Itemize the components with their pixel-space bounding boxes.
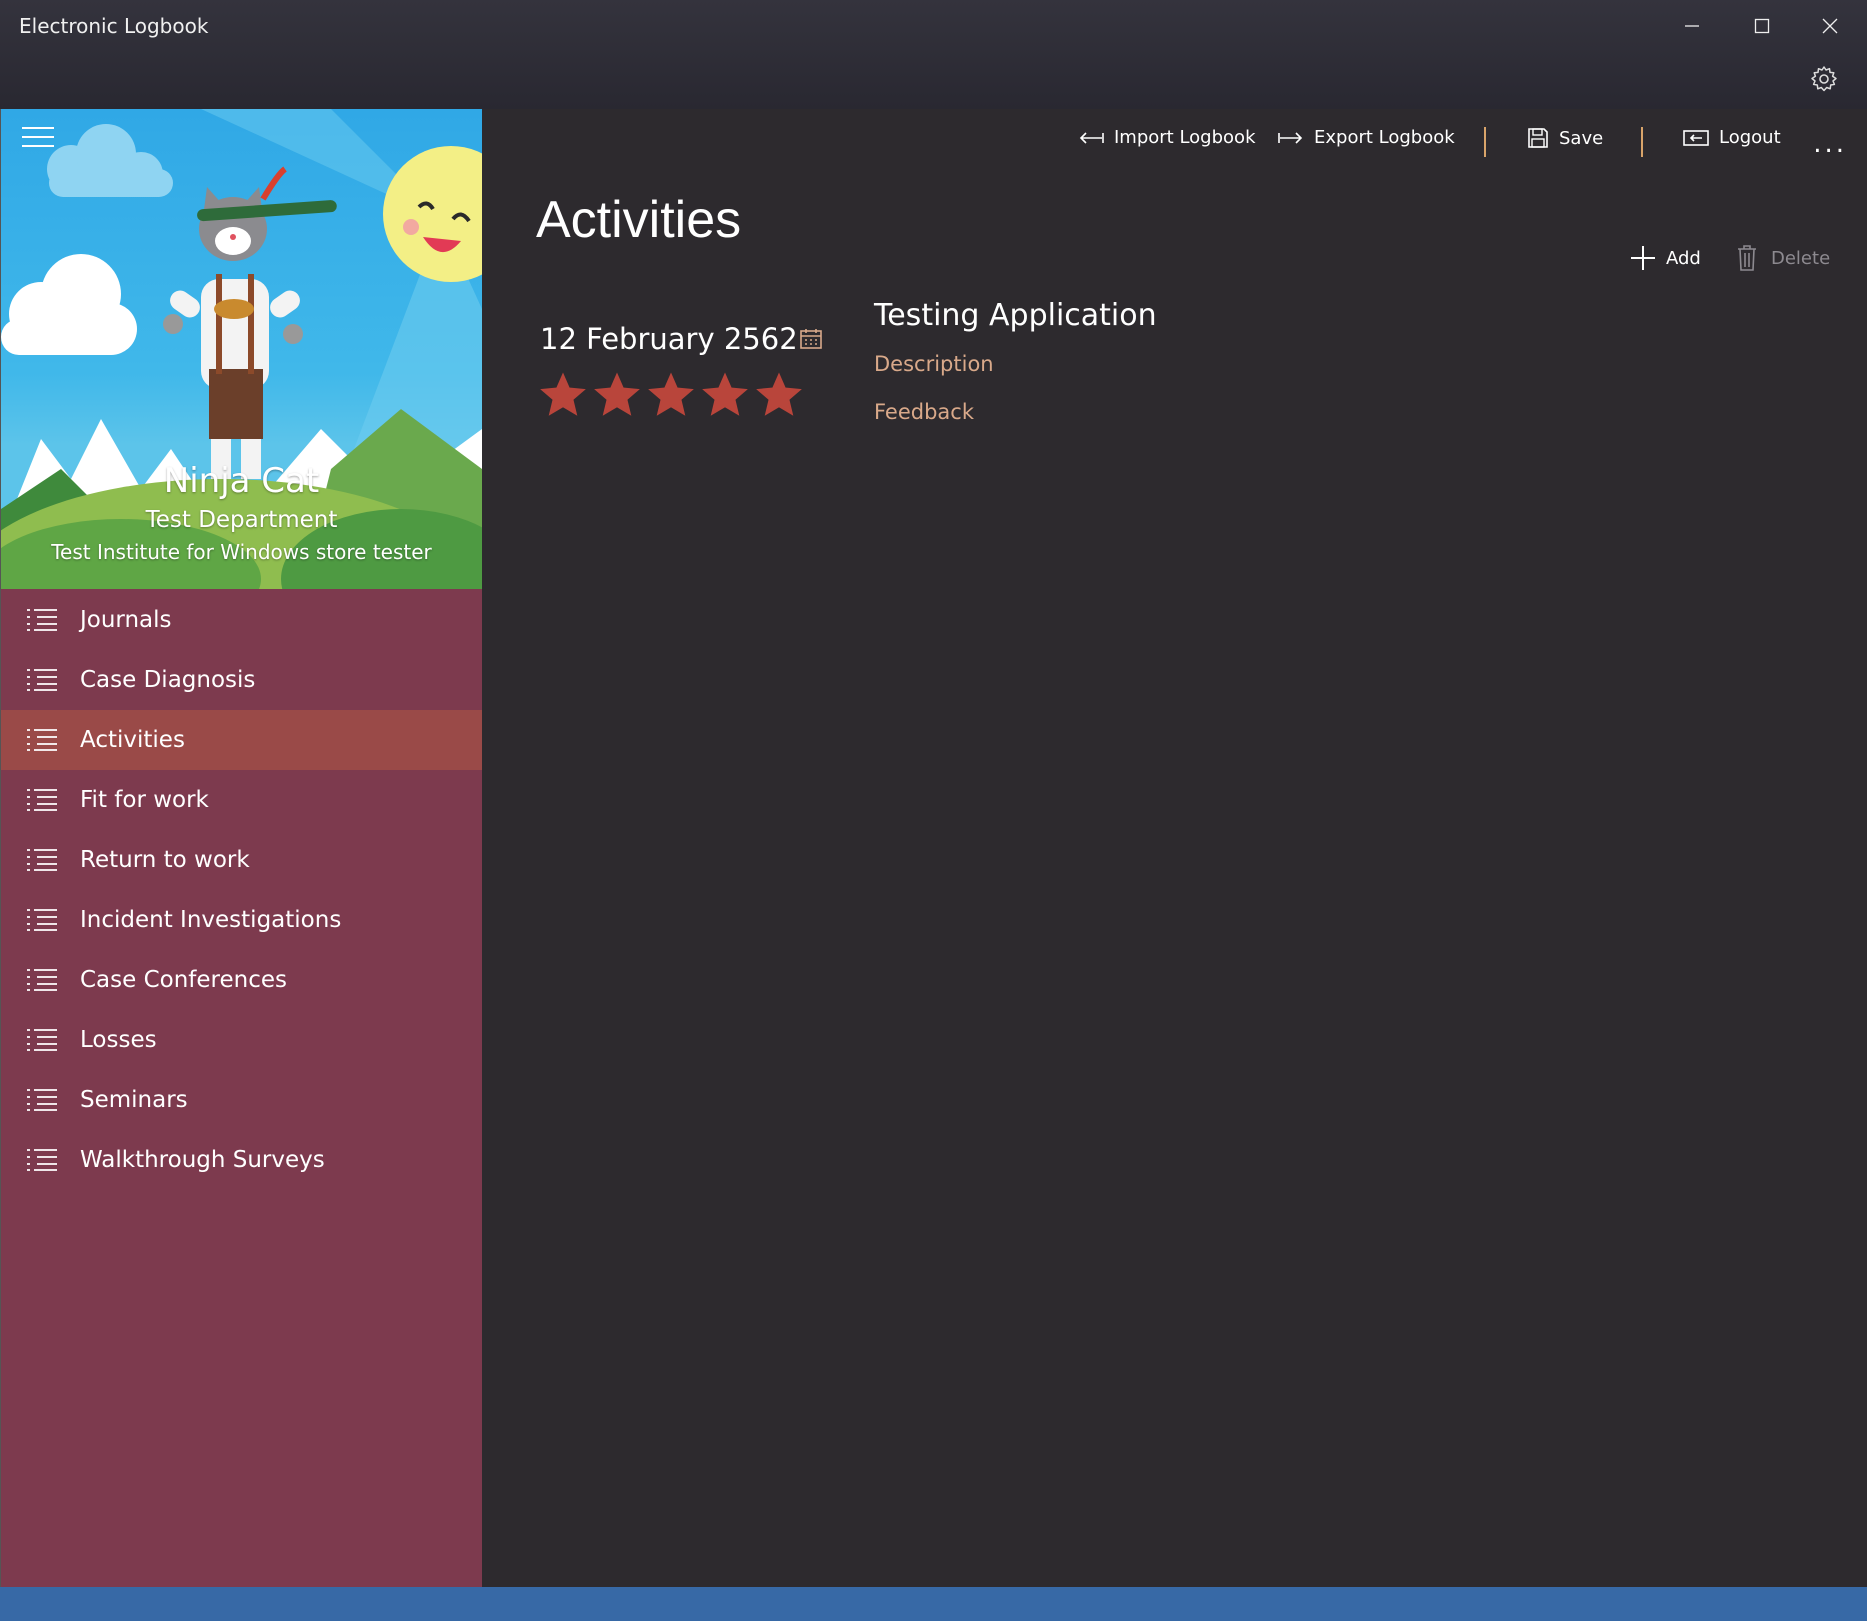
- delete-label: Delete: [1771, 247, 1831, 269]
- rating-stars[interactable]: [540, 372, 810, 418]
- nav-item-label: Case Diagnosis: [80, 667, 256, 693]
- list-icon: [27, 849, 57, 871]
- nav-item-label: Journals: [80, 607, 172, 633]
- nav-item-label: Fit for work: [80, 787, 209, 813]
- add-button[interactable]: Add: [1630, 245, 1701, 271]
- nav-item-seminars[interactable]: Seminars: [1, 1070, 482, 1130]
- list-icon: [27, 729, 57, 751]
- star-icon[interactable]: [702, 372, 748, 418]
- import-logbook-button[interactable]: Import Logbook: [1078, 127, 1256, 148]
- window-title: Electronic Logbook: [19, 14, 209, 38]
- list-icon: [27, 909, 57, 931]
- add-label: Add: [1666, 247, 1701, 269]
- maximize-icon: [1754, 18, 1770, 34]
- status-bar: [0, 1587, 1867, 1621]
- export-logbook-label: Export Logbook: [1314, 127, 1455, 148]
- activity-description-link[interactable]: Description: [874, 352, 994, 376]
- command-bar: Import Logbook Export Logbook Save Logou…: [481, 109, 1867, 169]
- plus-icon: [1631, 246, 1655, 270]
- trash-icon: [1738, 245, 1756, 271]
- minimize-icon: [1685, 25, 1699, 27]
- minimize-button[interactable]: [1662, 8, 1722, 44]
- page-title: Activities: [536, 191, 742, 249]
- activity-date: 12 February 2562: [540, 322, 798, 356]
- sidebar: Ninja Cat Test Department Test Institute…: [0, 109, 482, 1587]
- list-icon: [27, 969, 57, 991]
- save-icon: [1528, 128, 1548, 148]
- hamburger-menu-button[interactable]: [22, 127, 54, 153]
- save-label: Save: [1559, 127, 1604, 149]
- export-arrow-icon: [1278, 131, 1303, 144]
- nav-item-journals[interactable]: Journals: [1, 590, 482, 650]
- nav-item-walkthrough-surveys[interactable]: Walkthrough Surveys: [1, 1130, 482, 1190]
- profile-banner: Ninja Cat Test Department Test Institute…: [1, 109, 482, 589]
- more-options-button[interactable]: ...: [1813, 129, 1847, 159]
- logout-icon: [1683, 129, 1709, 146]
- list-icon: [27, 609, 57, 631]
- activity-title: Testing Application: [874, 298, 1157, 333]
- profile-institute: Test Institute for Windows store tester: [51, 540, 432, 564]
- save-button[interactable]: Save: [1527, 127, 1603, 149]
- nav-item-label: Case Conferences: [80, 967, 288, 993]
- star-icon[interactable]: [594, 372, 640, 418]
- activity-feedback-link[interactable]: Feedback: [874, 400, 974, 424]
- nav-item-case-conferences[interactable]: Case Conferences: [1, 950, 482, 1010]
- nav-item-label: Return to work: [80, 847, 250, 873]
- title-bar: Electronic Logbook: [0, 0, 1867, 109]
- command-separator: [1484, 127, 1486, 157]
- nav-item-fit-for-work[interactable]: Fit for work: [1, 770, 482, 830]
- list-icon: [27, 669, 57, 691]
- nav-item-case-diagnosis[interactable]: Case Diagnosis: [1, 650, 482, 710]
- nav-item-label: Walkthrough Surveys: [80, 1147, 325, 1173]
- star-icon[interactable]: [648, 372, 694, 418]
- nav-list: Journals Case Diagnosis Activities Fit f…: [1, 590, 482, 1190]
- profile-department: Test Department: [145, 507, 338, 533]
- close-icon: [1822, 18, 1838, 34]
- gear-icon[interactable]: [1809, 64, 1839, 94]
- logout-label: Logout: [1719, 127, 1781, 148]
- list-icon: [27, 1149, 57, 1171]
- nav-item-incident-investigations[interactable]: Incident Investigations: [1, 890, 482, 950]
- list-icon: [27, 1089, 57, 1111]
- nav-item-label: Activities: [80, 727, 185, 753]
- star-icon[interactable]: [756, 372, 802, 418]
- maximize-button[interactable]: [1732, 8, 1792, 44]
- delete-button[interactable]: Delete: [1737, 245, 1830, 271]
- star-icon[interactable]: [540, 372, 586, 418]
- command-separator: [1641, 127, 1643, 157]
- profile-name: Ninja Cat: [163, 461, 320, 501]
- nav-item-return-to-work[interactable]: Return to work: [1, 830, 482, 890]
- nav-item-losses[interactable]: Losses: [1, 1010, 482, 1070]
- close-button[interactable]: [1800, 8, 1860, 44]
- nav-item-label: Losses: [80, 1027, 157, 1053]
- import-arrow-icon: [1079, 131, 1104, 144]
- import-logbook-label: Import Logbook: [1114, 127, 1256, 148]
- calendar-icon[interactable]: [800, 329, 822, 349]
- export-logbook-button[interactable]: Export Logbook: [1278, 127, 1455, 148]
- nav-item-label: Incident Investigations: [80, 907, 342, 933]
- list-icon: [27, 789, 57, 811]
- nav-item-activities[interactable]: Activities: [1, 710, 482, 770]
- list-icon: [27, 1029, 57, 1051]
- nav-item-label: Seminars: [80, 1087, 188, 1113]
- logout-button[interactable]: Logout: [1683, 127, 1781, 148]
